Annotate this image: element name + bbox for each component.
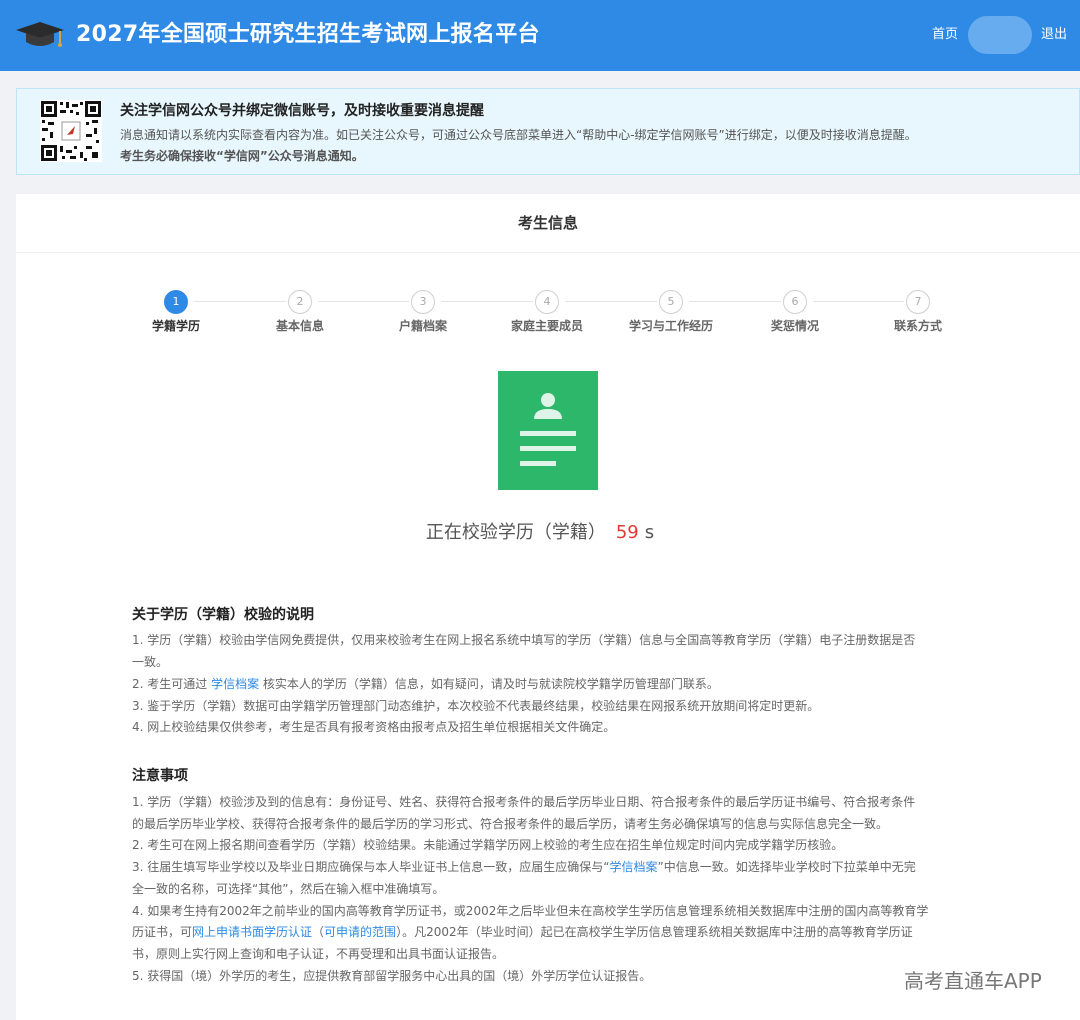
top-header: 2027年全国硕士研究生招生考试网上报名平台 首页 退出 <box>0 0 1080 71</box>
verify-status-text: 正在校验学历（学籍） <box>425 522 606 543</box>
step-4-circle[interactable]: 4 <box>535 290 559 314</box>
note-item-3: 3. 往届生填写毕业学校以及毕业日期应确保与本人毕业证书上信息一致，应届生应确保… <box>132 859 916 875</box>
note-item-3-cont: 全一致的名称，可选择“其他”，然后在输入框中准确填写。 <box>132 882 445 896</box>
text-segment: 2. 考生可通过 <box>132 677 212 691</box>
about-item-3: 3. 鉴于学历（学籍）数据可由学籍学历管理部门动态维护，本次校验不代表最终结果，… <box>132 699 820 713</box>
site-title: 2027年全国硕士研究生招生考试网上报名平台 <box>76 22 540 47</box>
verify-status: 正在校验学历（学籍） 59 s <box>0 519 1080 547</box>
user-document-icon <box>498 371 598 490</box>
wechat-notice-banner: 关注学信网公众号并绑定微信账号，及时接收重要消息提醒 消息通知请以系统内实际查看… <box>16 88 1080 175</box>
text-segment: 历证书，可 <box>132 925 193 939</box>
watermark-text: 高考直通车APP <box>904 969 1042 993</box>
step-5-circle[interactable]: 5 <box>659 290 683 314</box>
text-segment: 核实本人的学历（学籍）信息，如有疑问，请及时与就读院校学籍学历管理部门联系。 <box>259 677 719 691</box>
step-6-label[interactable]: 奖惩情况 <box>735 318 855 334</box>
apply-written-certification-link[interactable]: 网上申请书面学历认证 <box>192 925 312 939</box>
step-1-circle[interactable]: 1 <box>164 290 188 314</box>
note-item-5: 5. 获得国（境）外学历的考生，应提供教育部留学服务中心出具的国（境）外学历学位… <box>132 969 652 983</box>
qr-code-icon <box>40 100 102 162</box>
step-4-label[interactable]: 家庭主要成员 <box>487 318 607 334</box>
text-segment: （ <box>312 925 325 939</box>
note-item-1-cont: 的最后学历毕业学校、获得符合报考条件的最后学历的学习形式、符合报考条件的最后学历… <box>132 817 889 831</box>
card-header: 考生信息 <box>16 194 1080 253</box>
graduation-cap-icon <box>16 22 64 47</box>
text-segment: ”中信息一致。如选择毕业学校时下拉菜单中无完 <box>657 860 916 874</box>
text-segment: 3. 往届生填写毕业学校以及毕业日期应确保与本人毕业证书上信息一致，应届生应确保… <box>132 860 610 874</box>
nav-logout-link[interactable]: 退出 <box>1041 26 1067 44</box>
countdown-seconds: 59 <box>615 522 639 543</box>
notes-section-title: 注意事项 <box>132 768 188 784</box>
nav-home-link[interactable]: 首页 <box>932 26 958 44</box>
note-item-2: 2. 考生可在网上报名期间查看学历（学籍）校验结果。未能通过学籍学历网上校验的考… <box>132 838 844 852</box>
about-item-1-cont: 一致。 <box>132 655 169 669</box>
note-item-4-cont2: 书，原则上实行网上查询和电子认证，不再受理和出具书面认证报告。 <box>132 947 505 961</box>
step-3-label[interactable]: 户籍档案 <box>363 318 483 334</box>
text-segment: ）。凡2002年（毕业时间）起已在高校学生学历信息管理系统相关数据库中注册的高等… <box>396 925 913 939</box>
notice-title: 关注学信网公众号并绑定微信账号，及时接收重要消息提醒 <box>120 103 484 119</box>
countdown-unit: s <box>644 522 655 543</box>
step-2-circle[interactable]: 2 <box>288 290 312 314</box>
step-6-circle[interactable]: 6 <box>783 290 807 314</box>
about-item-2: 2. 考生可通过 学信档案 核实本人的学历（学籍）信息，如有疑问，请及时与就读院… <box>132 676 719 692</box>
card-title: 考生信息 <box>517 214 578 232</box>
about-section-title: 关于学历（学籍）校验的说明 <box>132 607 314 623</box>
step-1-label[interactable]: 学籍学历 <box>116 318 236 334</box>
user-avatar[interactable] <box>968 16 1032 54</box>
step-7-circle[interactable]: 7 <box>906 290 930 314</box>
step-7-label[interactable]: 联系方式 <box>858 318 978 334</box>
application-scope-link[interactable]: 可申请的范围 <box>324 925 396 939</box>
about-item-4: 4. 网上校验结果仅供参考，考生是否具有报考资格由报考点及招生单位根据相关文件确… <box>132 720 616 734</box>
step-3-circle[interactable]: 3 <box>411 290 435 314</box>
about-item-1: 1. 学历（学籍）校验由学信网免费提供，仅用来校验考生在网上报名系统中填写的学历… <box>132 633 916 647</box>
notice-emphasis: 考生务必确保接收“学信网”公众号消息通知。 <box>120 149 364 163</box>
step-5-label[interactable]: 学习与工作经历 <box>611 318 731 334</box>
note-item-1: 1. 学历（学籍）校验涉及到的信息有：身份证号、姓名、获得符合报考条件的最后学历… <box>132 795 916 809</box>
note-item-4-cont: 历证书，可网上申请书面学历认证（可申请的范围）。凡2002年（毕业时间）起已在高… <box>132 924 913 940</box>
xuexin-archive-link[interactable]: 学信档案 <box>211 677 259 691</box>
note-item-4: 4. 如果考生持有2002年之前毕业的国内高等教育学历证书，或2002年之后毕业… <box>132 904 929 918</box>
notice-text: 消息通知请以系统内实际查看内容为准。如已关注公众号，可通过公众号底部菜单进入“帮… <box>120 128 917 142</box>
xuexin-archive-link[interactable]: 学信档案 <box>609 860 657 874</box>
step-2-label[interactable]: 基本信息 <box>240 318 360 334</box>
